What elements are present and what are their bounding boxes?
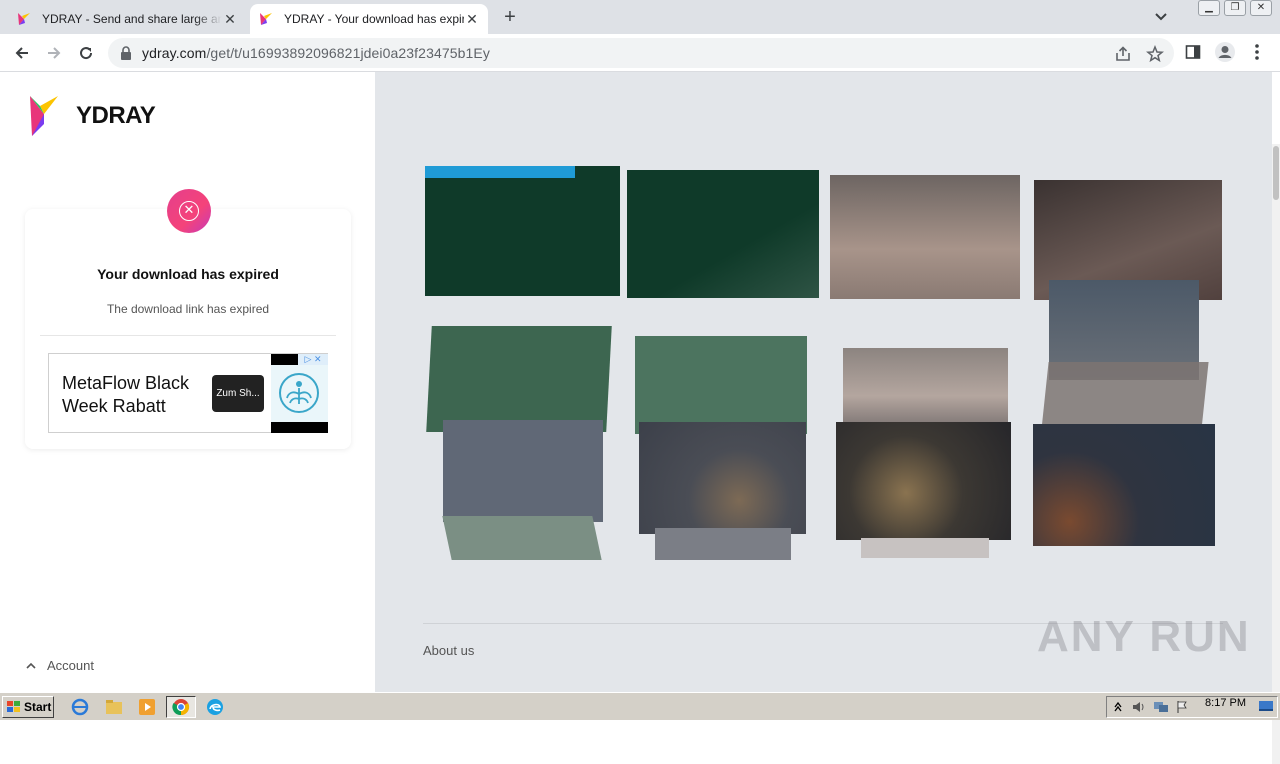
close-tab-icon[interactable]: ✕ bbox=[464, 11, 480, 28]
system-tray bbox=[1106, 696, 1278, 718]
arrow-right-icon bbox=[48, 47, 61, 59]
tab-ydray-expired[interactable]: YDRAY - Your download has expired ✕ bbox=[250, 4, 488, 34]
browser-toolbar: ydray.com/get/t/u16993892096821jdei0a23f… bbox=[0, 34, 1280, 72]
share-icon[interactable] bbox=[1114, 45, 1132, 63]
mosaic-tile bbox=[442, 516, 602, 560]
web-page: YDRAY ✕ Your download has expired The do… bbox=[0, 72, 1280, 764]
reload-icon bbox=[80, 47, 93, 60]
mosaic-tile bbox=[830, 175, 1020, 299]
reload-button[interactable] bbox=[74, 41, 98, 65]
account-toggle[interactable]: Account bbox=[25, 658, 94, 673]
mosaic-tile bbox=[635, 336, 807, 434]
start-label: Start bbox=[24, 700, 52, 714]
mosaic-tile bbox=[627, 170, 819, 298]
mosaic-tile bbox=[425, 166, 620, 296]
ad-choices-icon[interactable]: ▷ ✕ bbox=[298, 354, 328, 365]
card-subtitle: The download link has expired bbox=[106, 302, 270, 316]
address-bar[interactable]: ydray.com/get/t/u16993892096821jdei0a23f… bbox=[108, 38, 1174, 68]
chrome-taskbar-button[interactable] bbox=[166, 696, 196, 718]
ad-text: MetaFlow Black Week Rabatt bbox=[62, 373, 190, 416]
new-tab-button[interactable]: + bbox=[498, 6, 522, 28]
close-circle-icon: ✕ bbox=[179, 201, 199, 221]
ad-image: ▷ ✕ bbox=[271, 354, 328, 433]
tab-search-chevron-icon[interactable] bbox=[1150, 8, 1172, 26]
kebab-menu-icon bbox=[1255, 44, 1259, 60]
tab-strip: YDRAY - Send and share large and big fil… bbox=[0, 0, 1280, 34]
profile-button[interactable] bbox=[1214, 41, 1236, 63]
restore-button[interactable]: ❐ bbox=[1224, 0, 1246, 16]
mosaic-tile bbox=[443, 420, 603, 522]
internet-explorer-icon[interactable] bbox=[70, 697, 90, 717]
ydray-favicon bbox=[260, 13, 272, 25]
tray-expand-icon[interactable] bbox=[1113, 701, 1123, 713]
tab-ydray-send[interactable]: YDRAY - Send and share large and big fil… bbox=[8, 4, 246, 34]
account-label: Account bbox=[47, 658, 94, 673]
edge-icon[interactable] bbox=[205, 697, 225, 717]
page-scrollbar[interactable] bbox=[1272, 144, 1280, 764]
show-desktop-icon[interactable] bbox=[1258, 698, 1274, 714]
back-button[interactable] bbox=[10, 41, 34, 65]
background-slideshow: About us ANY RUN bbox=[375, 72, 1272, 692]
action-center-flag-icon[interactable] bbox=[1175, 700, 1189, 714]
start-button[interactable]: Start bbox=[2, 696, 54, 718]
volume-icon[interactable] bbox=[1131, 700, 1147, 714]
side-panel-icon bbox=[1185, 45, 1201, 59]
bookmark-star-icon[interactable] bbox=[1146, 45, 1164, 63]
lock-icon[interactable] bbox=[120, 46, 132, 60]
minimize-button[interactable]: ▁ bbox=[1198, 0, 1220, 16]
ad-image-bar bbox=[271, 422, 328, 433]
browser-menu-button[interactable] bbox=[1246, 41, 1268, 63]
forward-button[interactable] bbox=[42, 41, 66, 65]
mosaic-tile bbox=[1033, 424, 1215, 546]
ad-cta-button[interactable]: Zum Sh... bbox=[212, 375, 264, 412]
mosaic-tile bbox=[1041, 362, 1209, 430]
card-title: Your download has expired bbox=[97, 266, 279, 282]
photo-mosaic bbox=[423, 160, 1223, 565]
ydray-logo-mark-icon bbox=[30, 96, 58, 136]
left-panel: YDRAY ✕ Your download has expired The do… bbox=[0, 72, 375, 692]
mosaic-tile bbox=[639, 422, 806, 534]
network-icon[interactable] bbox=[1153, 700, 1169, 714]
card-divider bbox=[40, 335, 336, 336]
tab-title: YDRAY - Send and share large and big fil… bbox=[42, 12, 222, 26]
windows-taskbar: Start 8:17 PM bbox=[0, 692, 1280, 720]
file-explorer-icon[interactable] bbox=[104, 697, 124, 717]
window-close-button[interactable]: ✕ bbox=[1250, 0, 1272, 16]
url-path: /get/t/u16993892096821jdei0a23f23475b1Ey bbox=[206, 45, 490, 61]
chrome-icon bbox=[172, 699, 190, 716]
logo-text: YDRAY bbox=[76, 102, 156, 129]
profile-avatar-icon bbox=[1215, 42, 1235, 62]
ydray-favicon bbox=[18, 13, 30, 25]
anyrun-watermark: ANY RUN bbox=[1037, 612, 1251, 661]
url-host: ydray.com bbox=[142, 45, 207, 61]
scrollbar-thumb[interactable] bbox=[1273, 146, 1279, 200]
taskbar-clock[interactable]: 8:17 PM bbox=[1205, 697, 1246, 709]
url-text: ydray.com/get/t/u16993892096821jdei0a23f… bbox=[142, 45, 490, 61]
mosaic-tile bbox=[861, 538, 989, 558]
about-us-link[interactable]: About us bbox=[423, 643, 474, 658]
side-panel-button[interactable] bbox=[1182, 41, 1204, 63]
tab-title: YDRAY - Your download has expired bbox=[284, 12, 464, 26]
chevron-up-icon bbox=[26, 662, 36, 669]
mosaic-tile-banner bbox=[425, 166, 575, 178]
ydray-logo[interactable]: YDRAY bbox=[30, 96, 156, 136]
error-badge: ✕ bbox=[167, 189, 211, 233]
mosaic-tile bbox=[836, 422, 1011, 540]
arrow-left-icon bbox=[15, 47, 28, 59]
ad-brand-logo-icon bbox=[279, 373, 319, 413]
windows-logo-icon bbox=[7, 701, 20, 712]
close-tab-icon[interactable]: ✕ bbox=[222, 11, 238, 28]
mosaic-tile bbox=[426, 326, 612, 432]
media-player-icon[interactable] bbox=[137, 697, 157, 717]
mosaic-tile bbox=[655, 528, 791, 560]
mosaic-tile bbox=[843, 348, 1008, 428]
ad-banner[interactable]: MetaFlow Black Week Rabatt Zum Sh... ▷ ✕ bbox=[48, 353, 328, 433]
